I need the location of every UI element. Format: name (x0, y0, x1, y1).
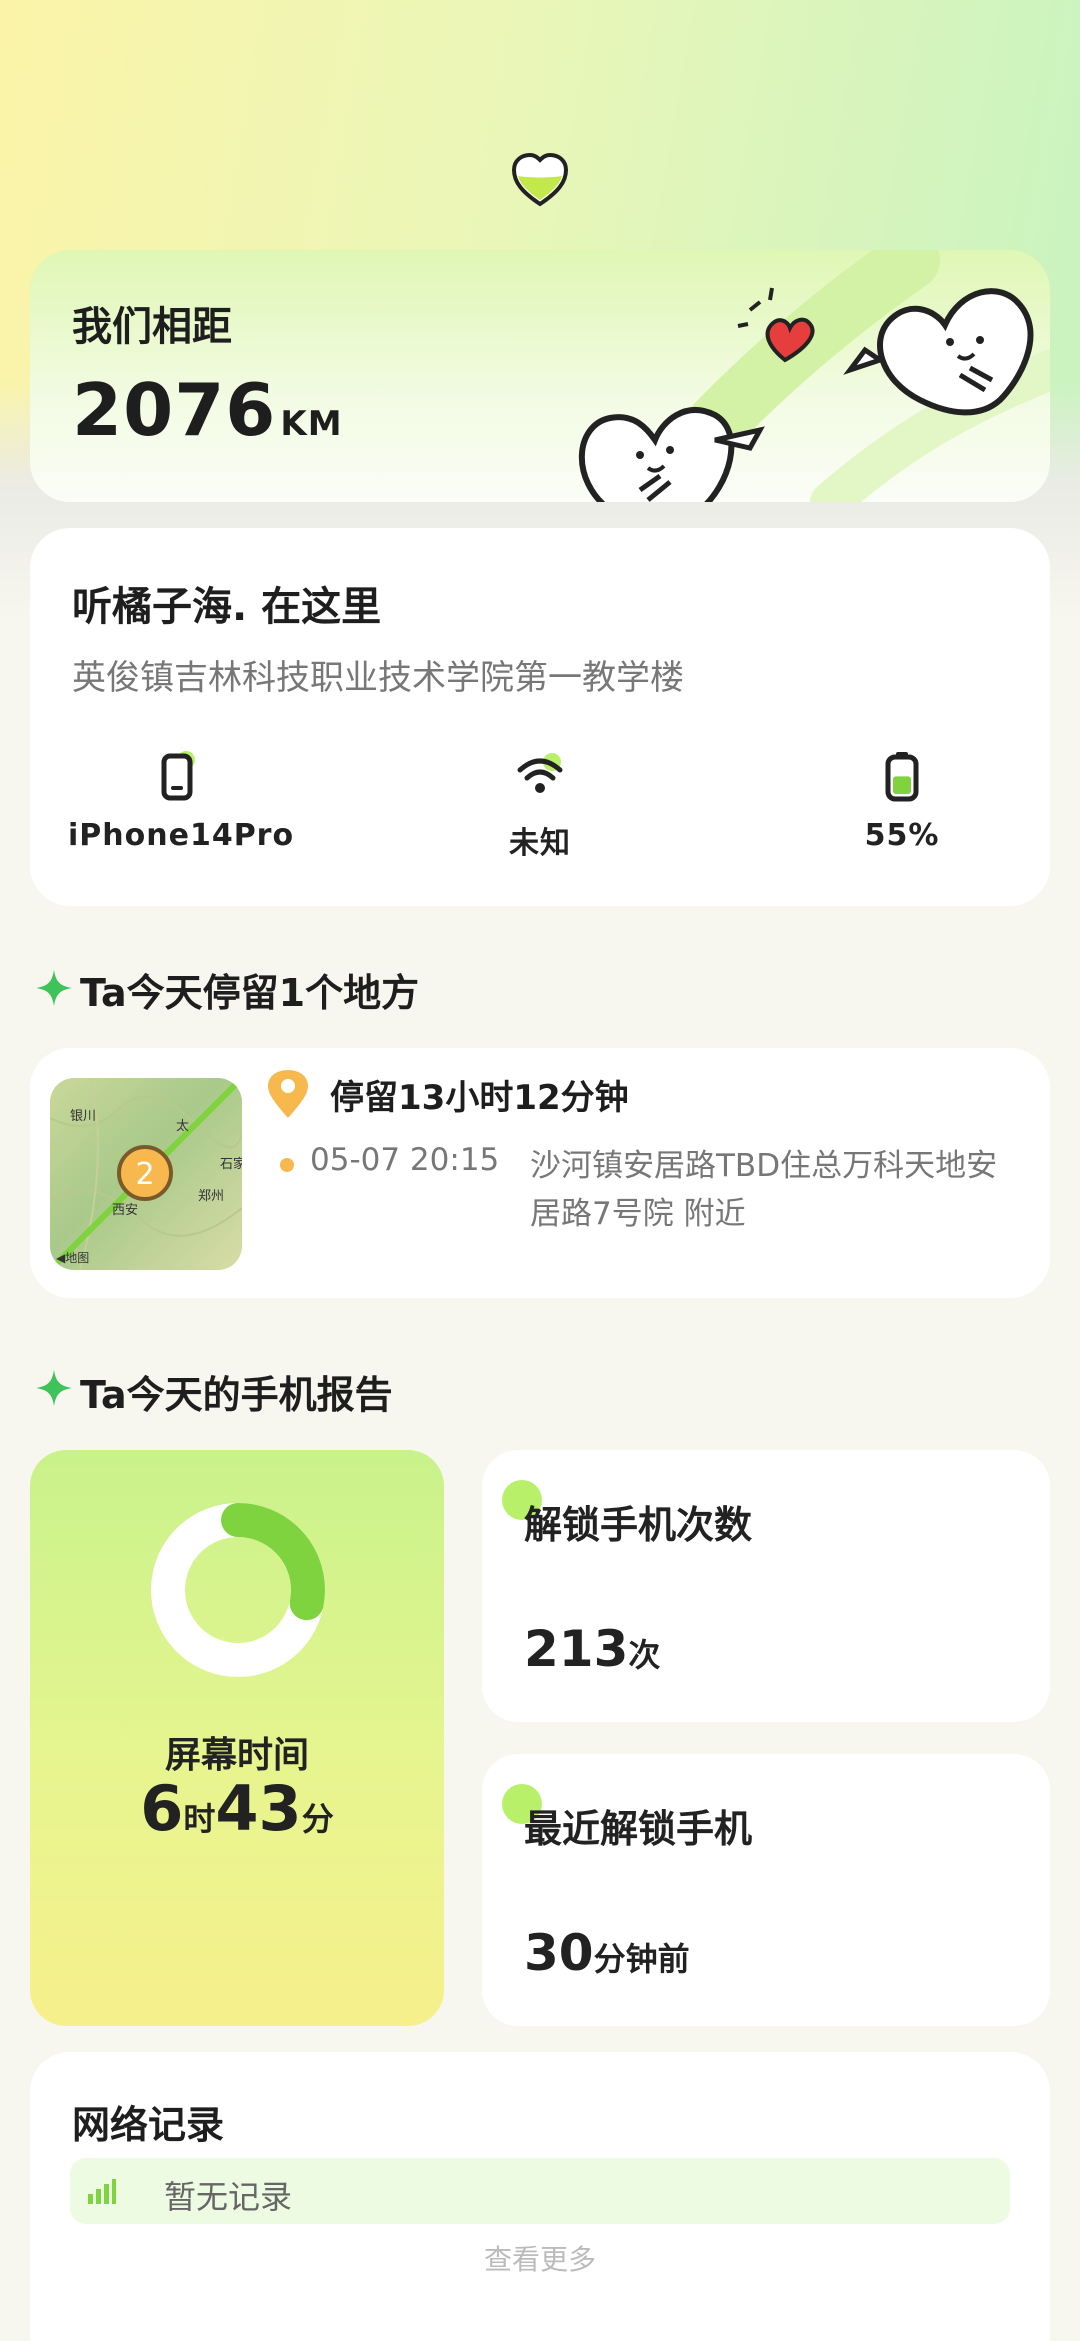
last-unlock-title: 最近解锁手机 (524, 1807, 753, 1851)
network-record-card: 网络记录 暂无记录 查看更多 (30, 2052, 1050, 2341)
device-stat: iPhone14Pro (68, 748, 295, 853)
distance-title: 我们相距 (72, 304, 232, 350)
network-empty-text: 暂无记录 (164, 2178, 293, 2216)
unlock-count-title: 解锁手机次数 (524, 1503, 753, 1547)
battery-icon (874, 748, 930, 804)
map-label: 石家 (220, 1156, 242, 1172)
location-pin-icon (268, 1070, 308, 1118)
map-marker-count: 2 (135, 1157, 154, 1192)
last-unlock-card[interactable]: 最近解锁手机 30分钟前 (482, 1754, 1050, 2026)
network-empty-row: 暂无记录 (70, 2158, 1010, 2224)
battery-level: 55% (864, 818, 940, 853)
partner-name: 听橘子海. 在这里 (72, 584, 382, 630)
network-title: 网络记录 (72, 2103, 225, 2147)
distance-unit: KM (280, 404, 343, 444)
view-more-link[interactable]: 查看更多 (30, 2238, 1050, 2278)
map-thumbnail[interactable]: 2 银川 太 石家 西安 郑州 ◀地图 (50, 1078, 242, 1270)
hearts-illustration (578, 250, 1050, 502)
map-label: ◀地图 (56, 1251, 89, 1265)
screen-time-value: 6时43分 (140, 1772, 334, 1845)
wifi-status: 未知 (509, 826, 571, 861)
stay-section-title: Ta今天停留1个地方 (80, 971, 420, 1015)
wifi-icon (512, 748, 568, 804)
sparkle-icon (36, 1370, 72, 1406)
battery-stat: 55% (792, 748, 1012, 853)
map-label: 郑州 (198, 1189, 224, 1204)
stay-card[interactable]: 2 银川 太 石家 西安 郑州 ◀地图 停留13小时12分钟 05-07 20:… (30, 1048, 1050, 1298)
distance-card: 我们相距 2076 KM (30, 250, 1050, 502)
sparkle-icon (36, 970, 72, 1006)
screen-time-card[interactable]: 屏幕时间 6时43分 (30, 1450, 444, 2026)
map-label: 太 (176, 1119, 189, 1134)
map-label: 银川 (70, 1109, 96, 1124)
stay-time: 05-07 20:15 (310, 1142, 500, 1178)
map-label: 西安 (112, 1203, 138, 1218)
stay-duration: 停留13小时12分钟 (330, 1078, 629, 1118)
last-unlock-value: 30分钟前 (524, 1924, 690, 1982)
unlock-count-card[interactable]: 解锁手机次数 213次 (482, 1450, 1050, 1722)
current-address: 英俊镇吉林科技职业技术学院第一教学楼 (72, 658, 684, 698)
device-model: iPhone14Pro (68, 818, 295, 853)
location-status-card[interactable]: 听橘子海. 在这里 英俊镇吉林科技职业技术学院第一教学楼 iPhone14Pro… (30, 528, 1050, 906)
screen-time-ring (151, 1503, 325, 1677)
unlock-count-value: 213次 (524, 1620, 661, 1678)
signal-bars-icon (88, 2179, 116, 2204)
timeline-dot (280, 1158, 294, 1172)
distance-value: 2076 KM (72, 368, 343, 452)
screen-time-label: 屏幕时间 (164, 1735, 309, 1776)
phone-icon (150, 748, 206, 804)
report-section-title: Ta今天的手机报告 (80, 1373, 393, 1417)
wifi-stat: 未知 (430, 748, 650, 862)
stay-address: 沙河镇安居路TBD住总万科天地安居路7号院 附近 (530, 1148, 998, 1232)
heart-logo-icon (511, 152, 569, 207)
